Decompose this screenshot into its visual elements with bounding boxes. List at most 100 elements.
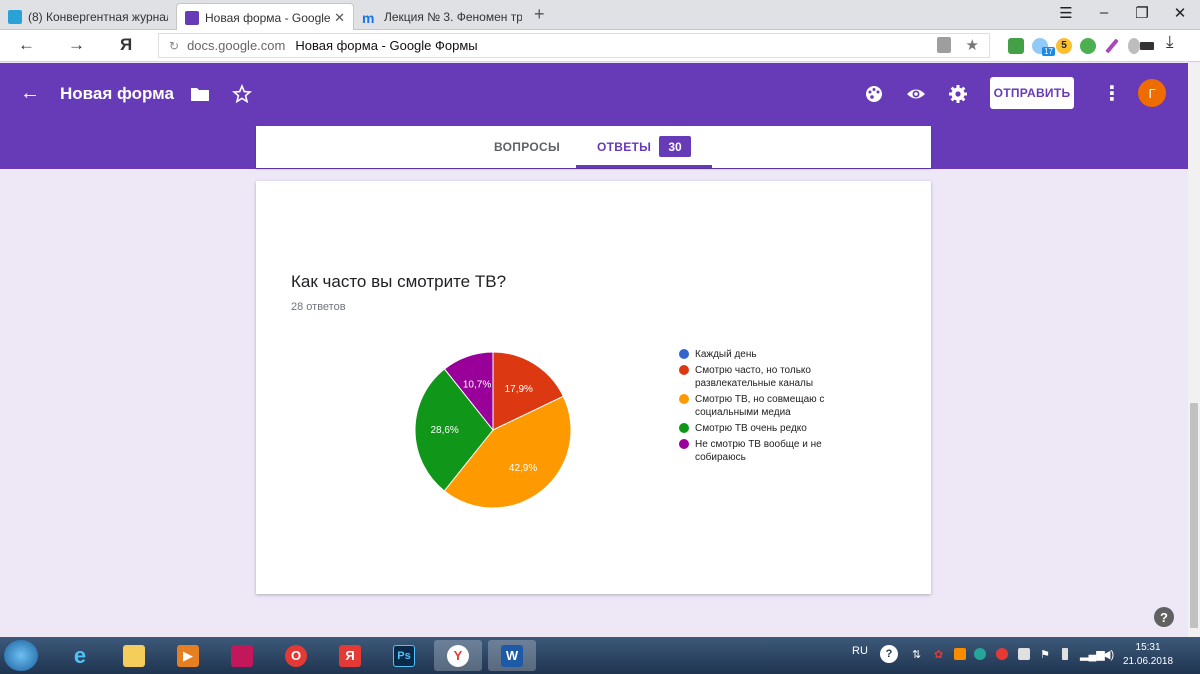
word-app[interactable]: W: [488, 640, 536, 671]
tray-device-icon[interactable]: [1018, 648, 1030, 660]
close-tab-icon[interactable]: ✕: [334, 10, 345, 26]
address-bar[interactable]: ↻ docs.google.com Новая форма - Google Ф…: [158, 33, 990, 58]
more-vert-icon[interactable]: ⋮: [1102, 81, 1122, 106]
legend-label: Смотрю часто, но только развлекательные …: [695, 365, 814, 389]
star-icon[interactable]: [232, 84, 252, 104]
yandex-logo[interactable]: Я: [120, 35, 132, 55]
legend-item: Смотрю часто, но только развлекательные …: [679, 364, 859, 390]
form-title[interactable]: Новая форма: [60, 84, 174, 104]
close-window-icon[interactable]: ✕: [1162, 4, 1198, 22]
help-icon[interactable]: ?: [1154, 607, 1174, 627]
tray-orange-icon[interactable]: [954, 648, 966, 660]
m-letter-icon: m: [362, 9, 375, 26]
chart-legend: Каждый день Смотрю часто, но только развл…: [679, 348, 859, 467]
menu-icon[interactable]: ☰: [1048, 4, 1084, 22]
legend-color-dot: [679, 365, 689, 375]
floppy-icon: [231, 644, 253, 667]
legend-item: Смотрю ТВ очень редко: [679, 422, 859, 435]
explorer-app[interactable]: [110, 640, 158, 671]
windows-start-icon[interactable]: [4, 640, 38, 671]
pie-slice-label: 42,9%: [509, 463, 537, 474]
yandex-browser-app[interactable]: Y: [434, 640, 482, 671]
back-icon[interactable]: ←: [18, 35, 35, 55]
legend-label: Каждый день: [695, 349, 757, 360]
pen-icon[interactable]: [1105, 38, 1119, 54]
legend-color-dot: [679, 394, 689, 404]
pie-slice-label: 28,6%: [430, 425, 458, 436]
badge-icon[interactable]: 5: [1056, 38, 1072, 54]
yandex-icon: Я: [339, 644, 361, 667]
pie-slice-label: 10,7%: [463, 379, 491, 390]
browser-tab-strip: (8) Конвергентная журнали Новая форма - …: [0, 0, 1200, 31]
pie-slice-label: 17,9%: [505, 384, 533, 395]
scrollbar-thumb[interactable]: [1190, 403, 1198, 628]
forward-icon[interactable]: →: [68, 35, 85, 55]
browser-tab-journalism[interactable]: (8) Конвергентная журнали: [0, 3, 176, 30]
word-icon: W: [501, 644, 523, 667]
tray-red-icon[interactable]: [996, 648, 1008, 660]
network-icon[interactable]: ▂▄▆: [1080, 648, 1105, 661]
green-circle-icon[interactable]: [1080, 38, 1096, 54]
ie-app[interactable]: e: [56, 640, 104, 671]
shield-icon[interactable]: [1008, 38, 1024, 54]
download-icon[interactable]: ⤓: [1166, 32, 1174, 52]
photoshop-app[interactable]: Ps: [380, 640, 428, 671]
folder-icon[interactable]: [190, 84, 210, 104]
address-domain: docs.google.com: [187, 38, 286, 53]
send-button[interactable]: ОТПРАВИТЬ: [990, 77, 1074, 109]
tray-flag-icon[interactable]: ⚑: [1040, 648, 1050, 661]
folder-app-icon: [123, 644, 145, 667]
address-page-title: Новая форма - Google Формы: [295, 38, 478, 53]
back-arrow-icon[interactable]: ←: [20, 82, 40, 105]
page-scrollbar[interactable]: [1188, 63, 1200, 637]
opera-icon: O: [285, 644, 307, 667]
tray-paw-icon[interactable]: ✿: [934, 648, 943, 661]
opera-app[interactable]: O: [272, 640, 320, 671]
windows-taskbar: e ▶ O Я Ps Y W RU ? ⇅ ✿ ⚑ ▂▄▆ ◀) 15:31 2…: [0, 637, 1200, 674]
legend-color-dot: [679, 439, 689, 449]
gear-icon[interactable]: [948, 84, 968, 104]
question-title: Как часто вы смотрите ТВ?: [291, 272, 507, 291]
help-tray-icon[interactable]: ?: [880, 645, 898, 663]
tab-answers[interactable]: ОТВЕТЫ: [597, 140, 651, 154]
legend-label: Не смотрю ТВ вообще и не собираюсь: [695, 439, 822, 463]
battery-icon: [1140, 42, 1154, 50]
pie-chart: 17,9% 42,9% 28,6% 10,7%: [414, 351, 572, 509]
weather-count: 17: [1042, 47, 1055, 56]
new-tab-icon[interactable]: +: [534, 4, 545, 25]
language-indicator[interactable]: RU: [852, 645, 868, 657]
legend-color-dot: [679, 423, 689, 433]
star-bookmark-icon[interactable]: ★: [966, 36, 979, 54]
system-clock[interactable]: 15:31 21.06.2018: [1123, 641, 1173, 669]
lock-icon: [937, 37, 951, 53]
question-summary-card: Как часто вы смотрите ТВ? 28 ответов 17,…: [256, 181, 931, 594]
media-app[interactable]: ▶: [164, 640, 212, 671]
legend-label: Смотрю ТВ очень редко: [695, 423, 807, 434]
palette-icon[interactable]: [864, 84, 884, 104]
answers-count-badge: 30: [659, 136, 691, 157]
legend-item: Каждый день: [679, 348, 859, 361]
bulb-icon[interactable]: [1128, 38, 1140, 54]
yandex-app[interactable]: Я: [326, 640, 374, 671]
save-app[interactable]: [218, 640, 266, 671]
tray-battery-icon[interactable]: [1062, 648, 1068, 660]
tray-arrows-icon[interactable]: ⇅: [912, 648, 921, 661]
reload-icon[interactable]: ↻: [169, 39, 179, 53]
blue-square-icon: [8, 9, 22, 24]
active-tab-indicator: [576, 165, 712, 168]
browser-toolbar: ← → Я ↻ docs.google.com Новая форма - Go…: [0, 30, 1200, 62]
form-tabs: ВОПРОСЫ ОТВЕТЫ 30: [256, 126, 931, 168]
google-forms-icon: [185, 10, 199, 25]
legend-item: Не смотрю ТВ вообще и не собираюсь: [679, 438, 859, 464]
avatar[interactable]: Г: [1138, 79, 1166, 107]
browser-tab-google-forms[interactable]: Новая форма - Google Ф ✕: [176, 3, 354, 31]
tab-questions[interactable]: ВОПРОСЫ: [494, 140, 560, 154]
tray-teal-icon[interactable]: [974, 648, 986, 660]
eye-icon[interactable]: [906, 84, 926, 104]
volume-icon[interactable]: ◀): [1102, 648, 1114, 661]
response-count: 28 ответов: [291, 301, 346, 313]
browser-tab-lecture[interactable]: m Лекция № 3. Феномен тра: [354, 3, 530, 30]
minimize-icon[interactable]: –: [1086, 4, 1122, 21]
restore-icon[interactable]: ❐: [1124, 4, 1160, 22]
legend-label: Смотрю ТВ, но совмещаю с социальными мед…: [695, 394, 825, 418]
